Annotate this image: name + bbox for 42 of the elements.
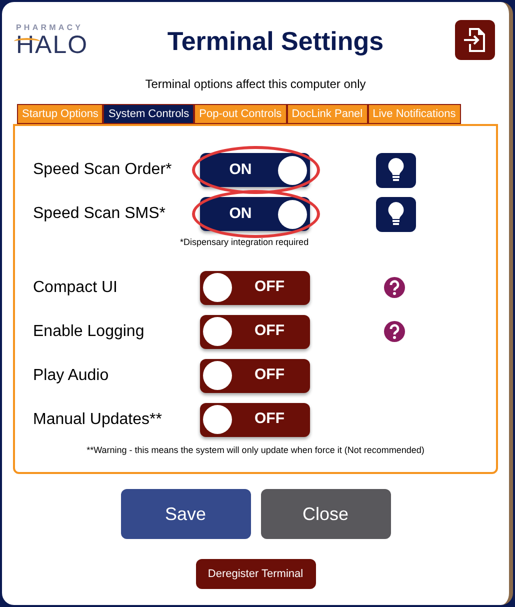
toggle-knob	[203, 405, 232, 434]
toggle-switch[interactable]: OFF	[200, 358, 310, 392]
toggle-knob	[203, 317, 232, 346]
toggle-label: OFF	[254, 365, 286, 386]
lightbulb-icon	[387, 201, 405, 227]
setting-label: Speed Scan SMS*	[33, 204, 167, 224]
toggle-label: ON	[228, 160, 253, 180]
window-title: Terminal Settings	[166, 28, 385, 54]
logo-title: HALO	[16, 33, 90, 58]
lightbulb-button[interactable]	[376, 196, 416, 232]
toggle-switch[interactable]: ON	[200, 197, 310, 231]
help-icon[interactable]	[384, 321, 405, 342]
deregister-button[interactable]: Deregister Terminal	[196, 559, 316, 589]
setting-label: Play Audio	[33, 366, 110, 386]
exit-icon	[462, 26, 488, 54]
subtitle: Terminal options affect this computer only	[144, 76, 367, 93]
toggle-switch[interactable]: OFF	[200, 402, 310, 436]
toggle-label: OFF	[254, 409, 286, 430]
toggle-switch[interactable]: ON	[200, 153, 310, 187]
footnote: **Warning - this means the system will only update when force it (Not recommended)	[86, 444, 426, 457]
help-icon[interactable]	[384, 277, 405, 298]
setting-label: Enable Logging	[33, 322, 146, 342]
setting-label: Compact UI	[33, 278, 118, 298]
toggle-label: OFF	[254, 321, 286, 342]
toggle-knob	[203, 273, 232, 302]
footnote: *Dispensary integration required	[179, 236, 310, 249]
toggle-label: ON	[228, 204, 253, 224]
save-button[interactable]: Save	[120, 489, 250, 539]
toggle-knob	[278, 200, 307, 228]
lightbulb-button[interactable]	[376, 152, 416, 188]
tab[interactable]: System Controls	[103, 104, 194, 124]
toggle-knob	[278, 156, 307, 184]
logo-subtitle: PHARMACY	[16, 24, 84, 32]
exit-button[interactable]	[455, 20, 495, 60]
toggle-switch[interactable]: OFF	[200, 314, 310, 348]
toggle-switch[interactable]: OFF	[200, 270, 310, 304]
toggle-knob	[203, 361, 232, 390]
setting-label: Speed Scan Order*	[33, 160, 173, 180]
setting-label: Manual Updates**	[33, 410, 163, 430]
toggle-label: OFF	[254, 277, 286, 298]
close-button[interactable]: Close	[260, 489, 390, 539]
lightbulb-icon	[387, 157, 405, 183]
